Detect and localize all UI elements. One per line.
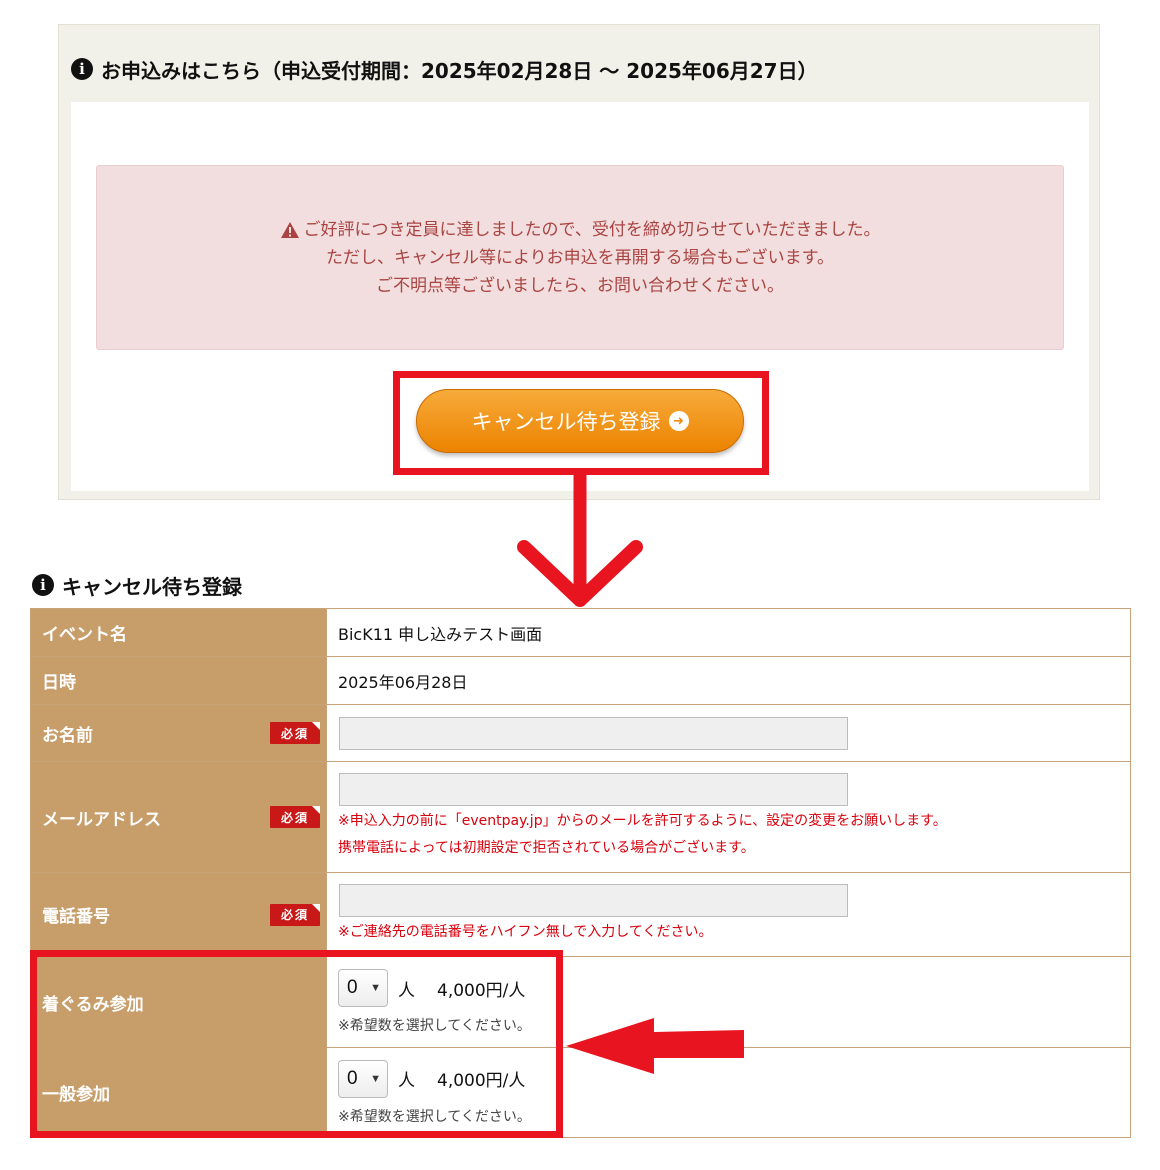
date-value: 2025年06月28日	[326, 656, 1131, 705]
email-label: メールアドレス 必須	[30, 761, 327, 873]
email-cell: ※申込入力の前に「eventpay.jp」からのメールを許可するように、設定の変…	[326, 761, 1131, 873]
email-label-text: メールアドレス	[42, 809, 161, 830]
closed-alert: ご好評につき定員に達しましたので、受付を締め切らせていただきました。 ただし、キ…	[96, 165, 1064, 350]
warning-triangle-icon	[280, 221, 299, 238]
name-cell	[326, 704, 1131, 762]
info-icon: i	[71, 58, 93, 80]
required-badge: 必須	[270, 903, 320, 926]
panel-title: i お申込みはこちら（申込受付期間：2025年02月28日 〜 2025年06月…	[71, 55, 818, 83]
phone-input[interactable]	[339, 883, 848, 917]
alert-line-3: ご不明点等ございましたら、お問い合わせください。	[376, 275, 784, 296]
email-note-2: 携帯電話によっては初期設定で拒否されている場合がございます。	[338, 839, 755, 856]
phone-label-text: 電話番号	[42, 907, 110, 927]
alert-text-1: ご好評につき定員に達しましたので、受付を締め切らせていただきました。	[303, 219, 881, 240]
required-badge: 必須	[270, 722, 320, 744]
event-name-label: イベント名	[30, 608, 327, 657]
alert-line-2: ただし、キャンセル等によりお申込を再開する場合もございます。	[326, 247, 834, 268]
table-row: お名前 必須	[30, 704, 1131, 762]
name-input[interactable]	[339, 716, 848, 750]
table-row: 電話番号 必須 ※ご連絡先の電話番号をハイフン無しで入力してください。	[30, 872, 1131, 957]
phone-cell: ※ご連絡先の電話番号をハイフン無しで入力してください。	[326, 872, 1131, 957]
table-row: イベント名 BicK11 申し込みテスト画面	[30, 608, 1131, 657]
highlight-box-quantity-rows	[30, 950, 563, 1138]
date-label: 日時	[30, 656, 327, 705]
required-badge: 必須	[270, 806, 320, 828]
waitlist-title-text: キャンセル待ち登録	[62, 574, 242, 599]
name-label-text: お名前	[42, 725, 93, 746]
email-input[interactable]	[339, 772, 848, 806]
email-note-1: ※申込入力の前に「eventpay.jp」からのメールを許可するように、設定の変…	[338, 812, 947, 829]
name-label: お名前 必須	[30, 704, 327, 762]
table-row: メールアドレス 必須 ※申込入力の前に「eventpay.jp」からのメールを許…	[30, 761, 1131, 873]
event-name-value: BicK11 申し込みテスト画面	[326, 608, 1131, 657]
panel-title-text: お申込みはこちら（申込受付期間：2025年02月28日 〜 2025年06月27…	[101, 58, 818, 83]
table-row: 日時 2025年06月28日	[30, 656, 1131, 705]
alert-line-1: ご好評につき定員に達しましたので、受付を締め切らせていただきました。	[280, 216, 881, 244]
phone-note: ※ご連絡先の電話番号をハイフン無しで入力してください。	[338, 923, 713, 940]
phone-label: 電話番号 必須	[30, 872, 327, 957]
waitlist-section-title: i キャンセル待ち登録	[32, 572, 242, 599]
info-icon: i	[32, 574, 54, 596]
highlight-box-waitlist-button	[393, 371, 769, 475]
